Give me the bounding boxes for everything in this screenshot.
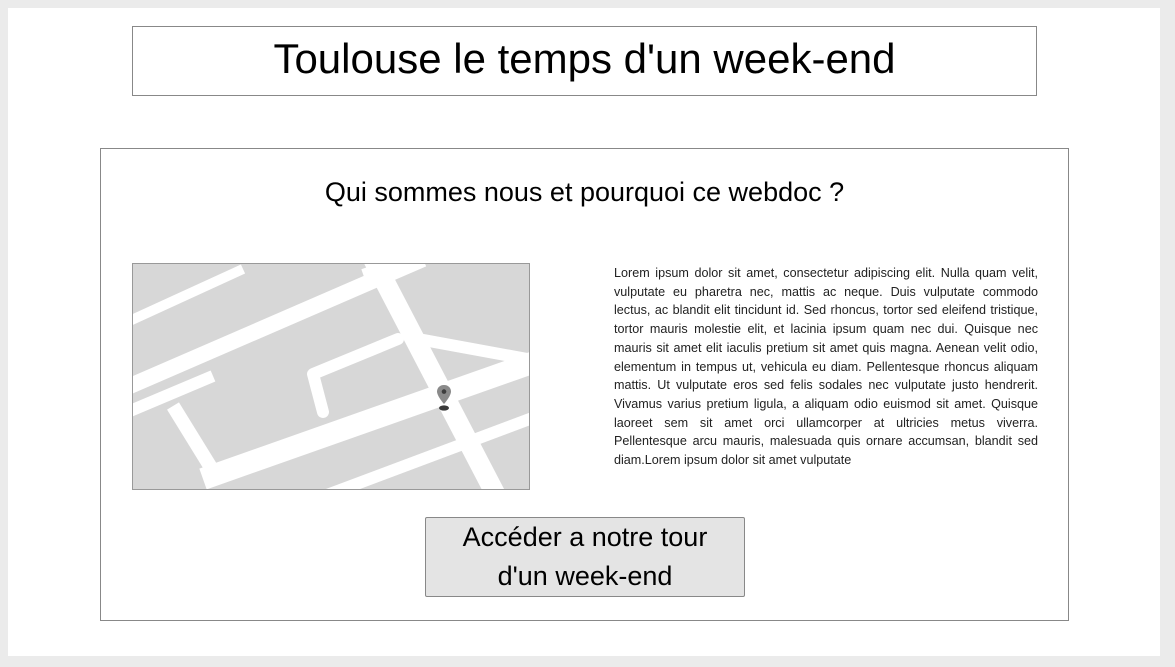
about-body-text: Lorem ipsum dolor sit amet, consectetur …	[614, 266, 1038, 468]
about-panel: Qui sommes nous et pourquoi ce webdoc ?	[100, 148, 1069, 621]
map-graphic	[133, 264, 529, 489]
map-pin-icon	[437, 385, 451, 411]
tour-access-button[interactable]: Accéder a notre tour d'un week-end	[425, 517, 745, 597]
section-heading: Qui sommes nous et pourquoi ce webdoc ?	[324, 177, 845, 207]
tour-access-button-label: Accéder a notre tour d'un week-end	[462, 522, 708, 591]
header-title-box: Toulouse le temps d'un week-end	[132, 26, 1037, 96]
page-title: Toulouse le temps d'un week-end	[273, 35, 896, 82]
map-placeholder	[132, 263, 530, 490]
page-canvas: Toulouse le temps d'un week-end Qui somm…	[8, 8, 1160, 656]
